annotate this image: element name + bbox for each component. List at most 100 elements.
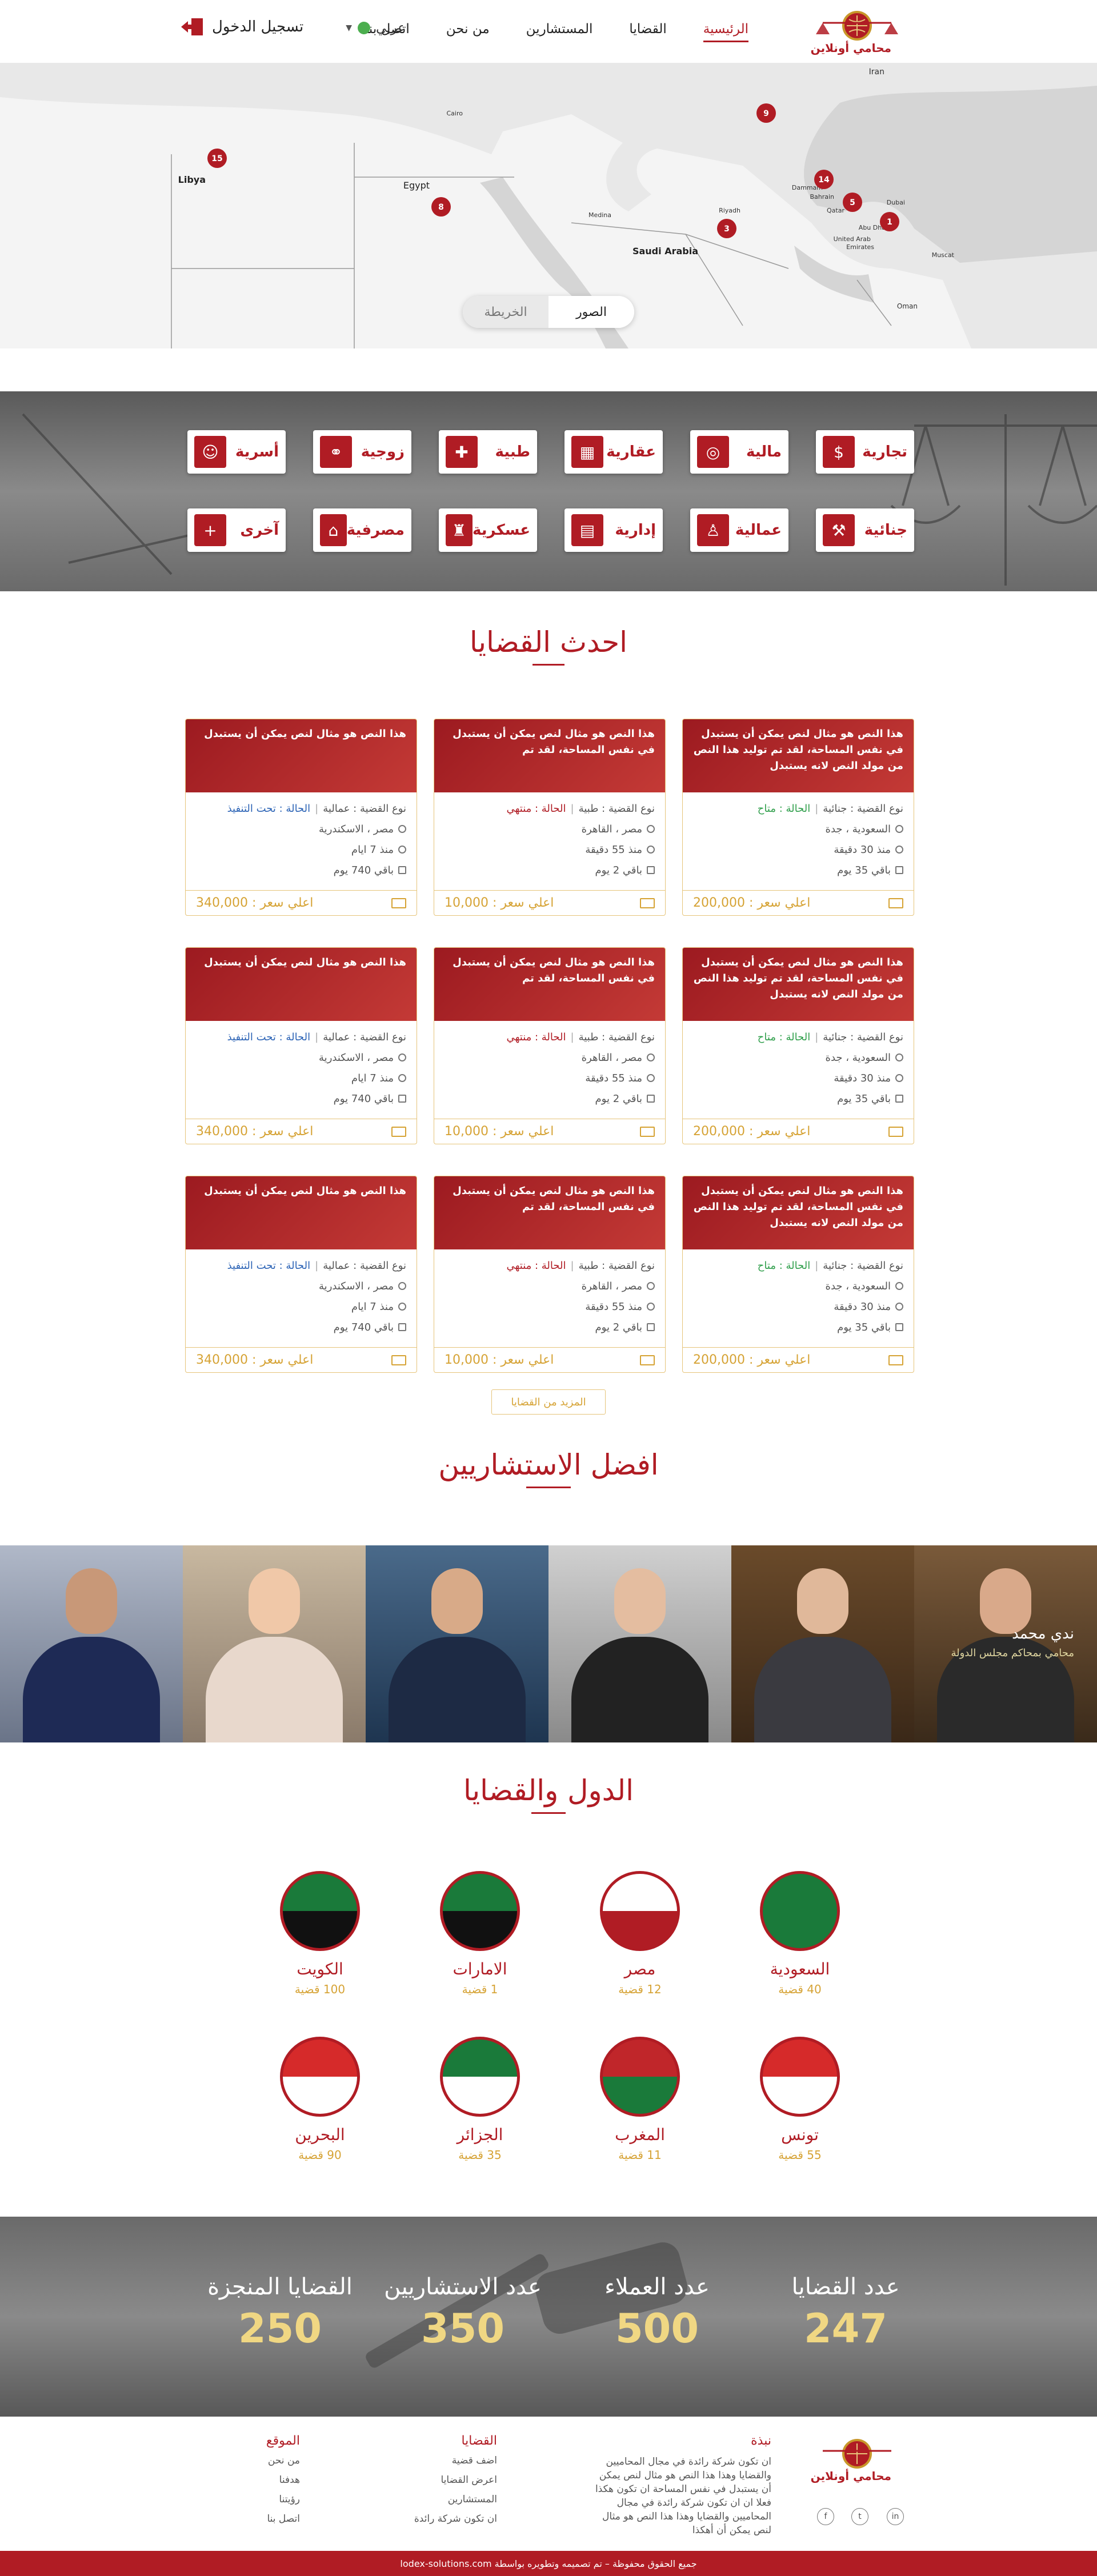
footer-link[interactable]: المستشارين <box>383 2494 497 2505</box>
case-type-row: نوع القضية : عمالية | الحالة : تحت التنفيذ <box>227 802 406 815</box>
svg-text:1: 1 <box>887 218 892 227</box>
case-card[interactable]: هذا النص هو مثال لنص يمكن أن يستبدل في ن… <box>682 719 914 916</box>
location-icon <box>398 1053 406 1061</box>
category-administrative[interactable]: إدارية ▤ <box>564 508 663 552</box>
consultant-card[interactable] <box>366 1545 548 1742</box>
category-family[interactable]: أسرية ☺ <box>187 430 286 474</box>
lang-label: عربي <box>376 21 406 35</box>
svg-text:Dubai: Dubai <box>887 199 905 206</box>
country-name[interactable]: البحرين <box>257 2125 383 2144</box>
linkedin-icon[interactable]: in <box>887 2508 904 2525</box>
clock-icon <box>398 1074 406 1082</box>
case-card[interactable]: هذا النص هو مثال لنص يمكن أن يستبدل في ن… <box>434 1176 666 1373</box>
category-labor[interactable]: عمالية ♙ <box>690 508 788 552</box>
site-logo[interactable]: محامي أونلاين <box>800 6 914 57</box>
footer-link[interactable]: ان تكون شركة رائدة <box>383 2513 497 2525</box>
bank-icon: ⌂ <box>320 514 347 546</box>
case-card[interactable]: هذا النص هو مثال لنص يمكن أن يستبدل نوع ا… <box>185 719 417 916</box>
case-remaining: باقي 740 يوم <box>333 864 394 876</box>
nav-cases[interactable]: القضايا <box>629 22 666 37</box>
more-cases-button[interactable]: المزيد من القضايا <box>491 1389 606 1415</box>
category-realestate[interactable]: عقارية ▦ <box>564 430 663 474</box>
nav-consultants[interactable]: المستشارين <box>526 22 593 37</box>
footer-link[interactable]: من نحن <box>209 2455 300 2466</box>
country-name[interactable]: المغرب <box>577 2125 703 2144</box>
case-card[interactable]: هذا النص هو مثال لنص يمكن أن يستبدل نوع ا… <box>185 947 417 1144</box>
facebook-icon[interactable]: f <box>817 2508 834 2525</box>
consultant-card[interactable] <box>548 1545 731 1742</box>
calendar-icon <box>647 1095 655 1103</box>
money-bag-icon: $ <box>823 436 855 468</box>
country-flag[interactable] <box>760 1871 840 1951</box>
login-button[interactable]: تسجيل الدخول <box>180 17 303 37</box>
stat-completed-value: 250 <box>238 2305 322 2352</box>
case-price: اعلي سعر : 340,000 <box>196 1353 314 1367</box>
case-type-row: نوع القضية : طبية | الحالة : منتهي <box>506 1031 655 1043</box>
case-location: مصر ، القاهرة <box>581 823 642 835</box>
case-status: الحالة : تحت التنفيذ <box>227 1031 311 1043</box>
footer-link[interactable]: اعرض القضايا <box>383 2474 497 2486</box>
case-status: الحالة : تحت التنفيذ <box>227 802 311 815</box>
case-card[interactable]: هذا النص هو مثال لنص يمكن أن يستبدل في ن… <box>434 719 666 916</box>
consultant-card[interactable] <box>731 1545 914 1742</box>
calendar-icon <box>895 866 903 874</box>
case-remaining: باقي 740 يوم <box>333 1092 394 1105</box>
country-flag[interactable] <box>760 2037 840 2117</box>
country-name[interactable]: تونس <box>737 2125 863 2144</box>
language-selector[interactable]: عربي ▼ <box>346 21 406 35</box>
case-location: مصر ، القاهرة <box>581 1280 642 1292</box>
case-card[interactable]: هذا النص هو مثال لنص يمكن أن يستبدل في ن… <box>682 1176 914 1373</box>
category-commercial[interactable]: تجارية $ <box>816 430 914 474</box>
cases-map[interactable]: Iran Libya Egypt Saudi Arabia Qatar Unit… <box>0 63 1097 348</box>
country-flag[interactable] <box>600 2037 680 2117</box>
category-military[interactable]: عسكرية ♜ <box>439 508 537 552</box>
consultant-card[interactable] <box>0 1545 183 1742</box>
stat-clients-label: عدد العملاء <box>604 2274 710 2300</box>
country-name[interactable]: السعودية <box>737 1960 863 1978</box>
country-flag[interactable] <box>600 1871 680 1951</box>
worker-icon: ♙ <box>697 514 729 546</box>
country-cases-count: 90 قضية <box>298 2148 342 2162</box>
footer-logo[interactable]: محامي أونلاين <box>800 2434 914 2485</box>
category-other[interactable]: آخرى + <box>187 508 286 552</box>
case-card[interactable]: هذا النص هو مثال لنص يمكن أن يستبدل في ن… <box>682 947 914 1144</box>
nav-home[interactable]: الرئيسية <box>703 22 749 42</box>
twitter-icon[interactable]: t <box>851 2508 868 2525</box>
map-view-toggle[interactable]: الصور الخريطة <box>463 296 634 328</box>
category-marital[interactable]: زوجية ⚭ <box>313 430 411 474</box>
footer-link[interactable]: هدفنا <box>209 2474 300 2486</box>
category-banking[interactable]: مصرفية ⌂ <box>313 508 411 552</box>
svg-text:Bahrain: Bahrain <box>810 193 834 201</box>
case-title: هذا النص هو مثال لنص يمكن أن يستبدل في ن… <box>683 948 914 1021</box>
country-name[interactable]: الامارات <box>417 1960 543 1978</box>
consultant-card[interactable]: ندي محمد محامي بمحاكم مجلس الدولة <box>914 1545 1097 1742</box>
country-name[interactable]: الجزائر <box>417 2125 543 2144</box>
case-type-row: نوع القضية : عمالية | الحالة : تحت التنفيذ <box>227 1259 406 1272</box>
case-card[interactable]: هذا النص هو مثال لنص يمكن أن يستبدل في ن… <box>434 947 666 1144</box>
footer-link[interactable]: رؤيتنا <box>209 2494 300 2505</box>
location-icon <box>647 1053 655 1061</box>
country-flag[interactable] <box>280 2037 360 2117</box>
case-card[interactable]: هذا النص هو مثال لنص يمكن أن يستبدل نوع ا… <box>185 1176 417 1373</box>
nav-about[interactable]: من نحن <box>446 22 490 37</box>
case-status: الحالة : متاح <box>757 1259 811 1272</box>
toggle-images[interactable]: الصور <box>548 296 634 328</box>
country-flag[interactable] <box>440 1871 520 1951</box>
country-flag[interactable] <box>440 2037 520 2117</box>
category-financial[interactable]: مالية ◎ <box>690 430 788 474</box>
country-name[interactable]: مصر <box>577 1960 703 1978</box>
soldier-icon: ♜ <box>446 514 473 546</box>
medical-bag-icon: ✚ <box>446 436 478 468</box>
category-criminal[interactable]: جنائية ⚒ <box>816 508 914 552</box>
calendar-icon <box>398 866 406 874</box>
clock-icon <box>895 846 903 854</box>
case-type-row: نوع القضية : جنائية | الحالة : متاح <box>757 1259 903 1272</box>
location-icon <box>398 825 406 833</box>
consultant-card[interactable] <box>183 1545 366 1742</box>
country-flag[interactable] <box>280 1871 360 1951</box>
category-medical[interactable]: طبية ✚ <box>439 430 537 474</box>
country-name[interactable]: الكويت <box>257 1960 383 1978</box>
toggle-map[interactable]: الخريطة <box>463 296 548 328</box>
footer-link[interactable]: اضف قضية <box>383 2455 497 2466</box>
footer-link[interactable]: اتصل بنا <box>209 2513 300 2525</box>
